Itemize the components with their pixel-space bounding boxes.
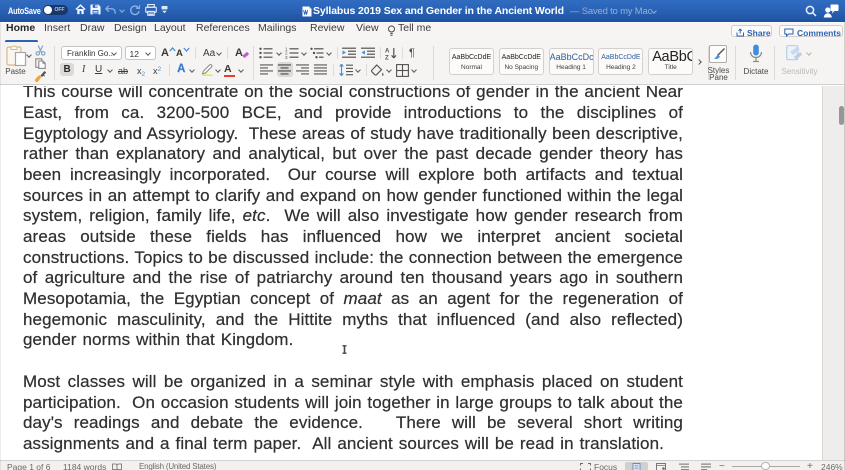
svg-text:A: A xyxy=(385,48,390,54)
svg-text:Z: Z xyxy=(385,55,389,60)
svg-text:3: 3 xyxy=(285,55,288,59)
